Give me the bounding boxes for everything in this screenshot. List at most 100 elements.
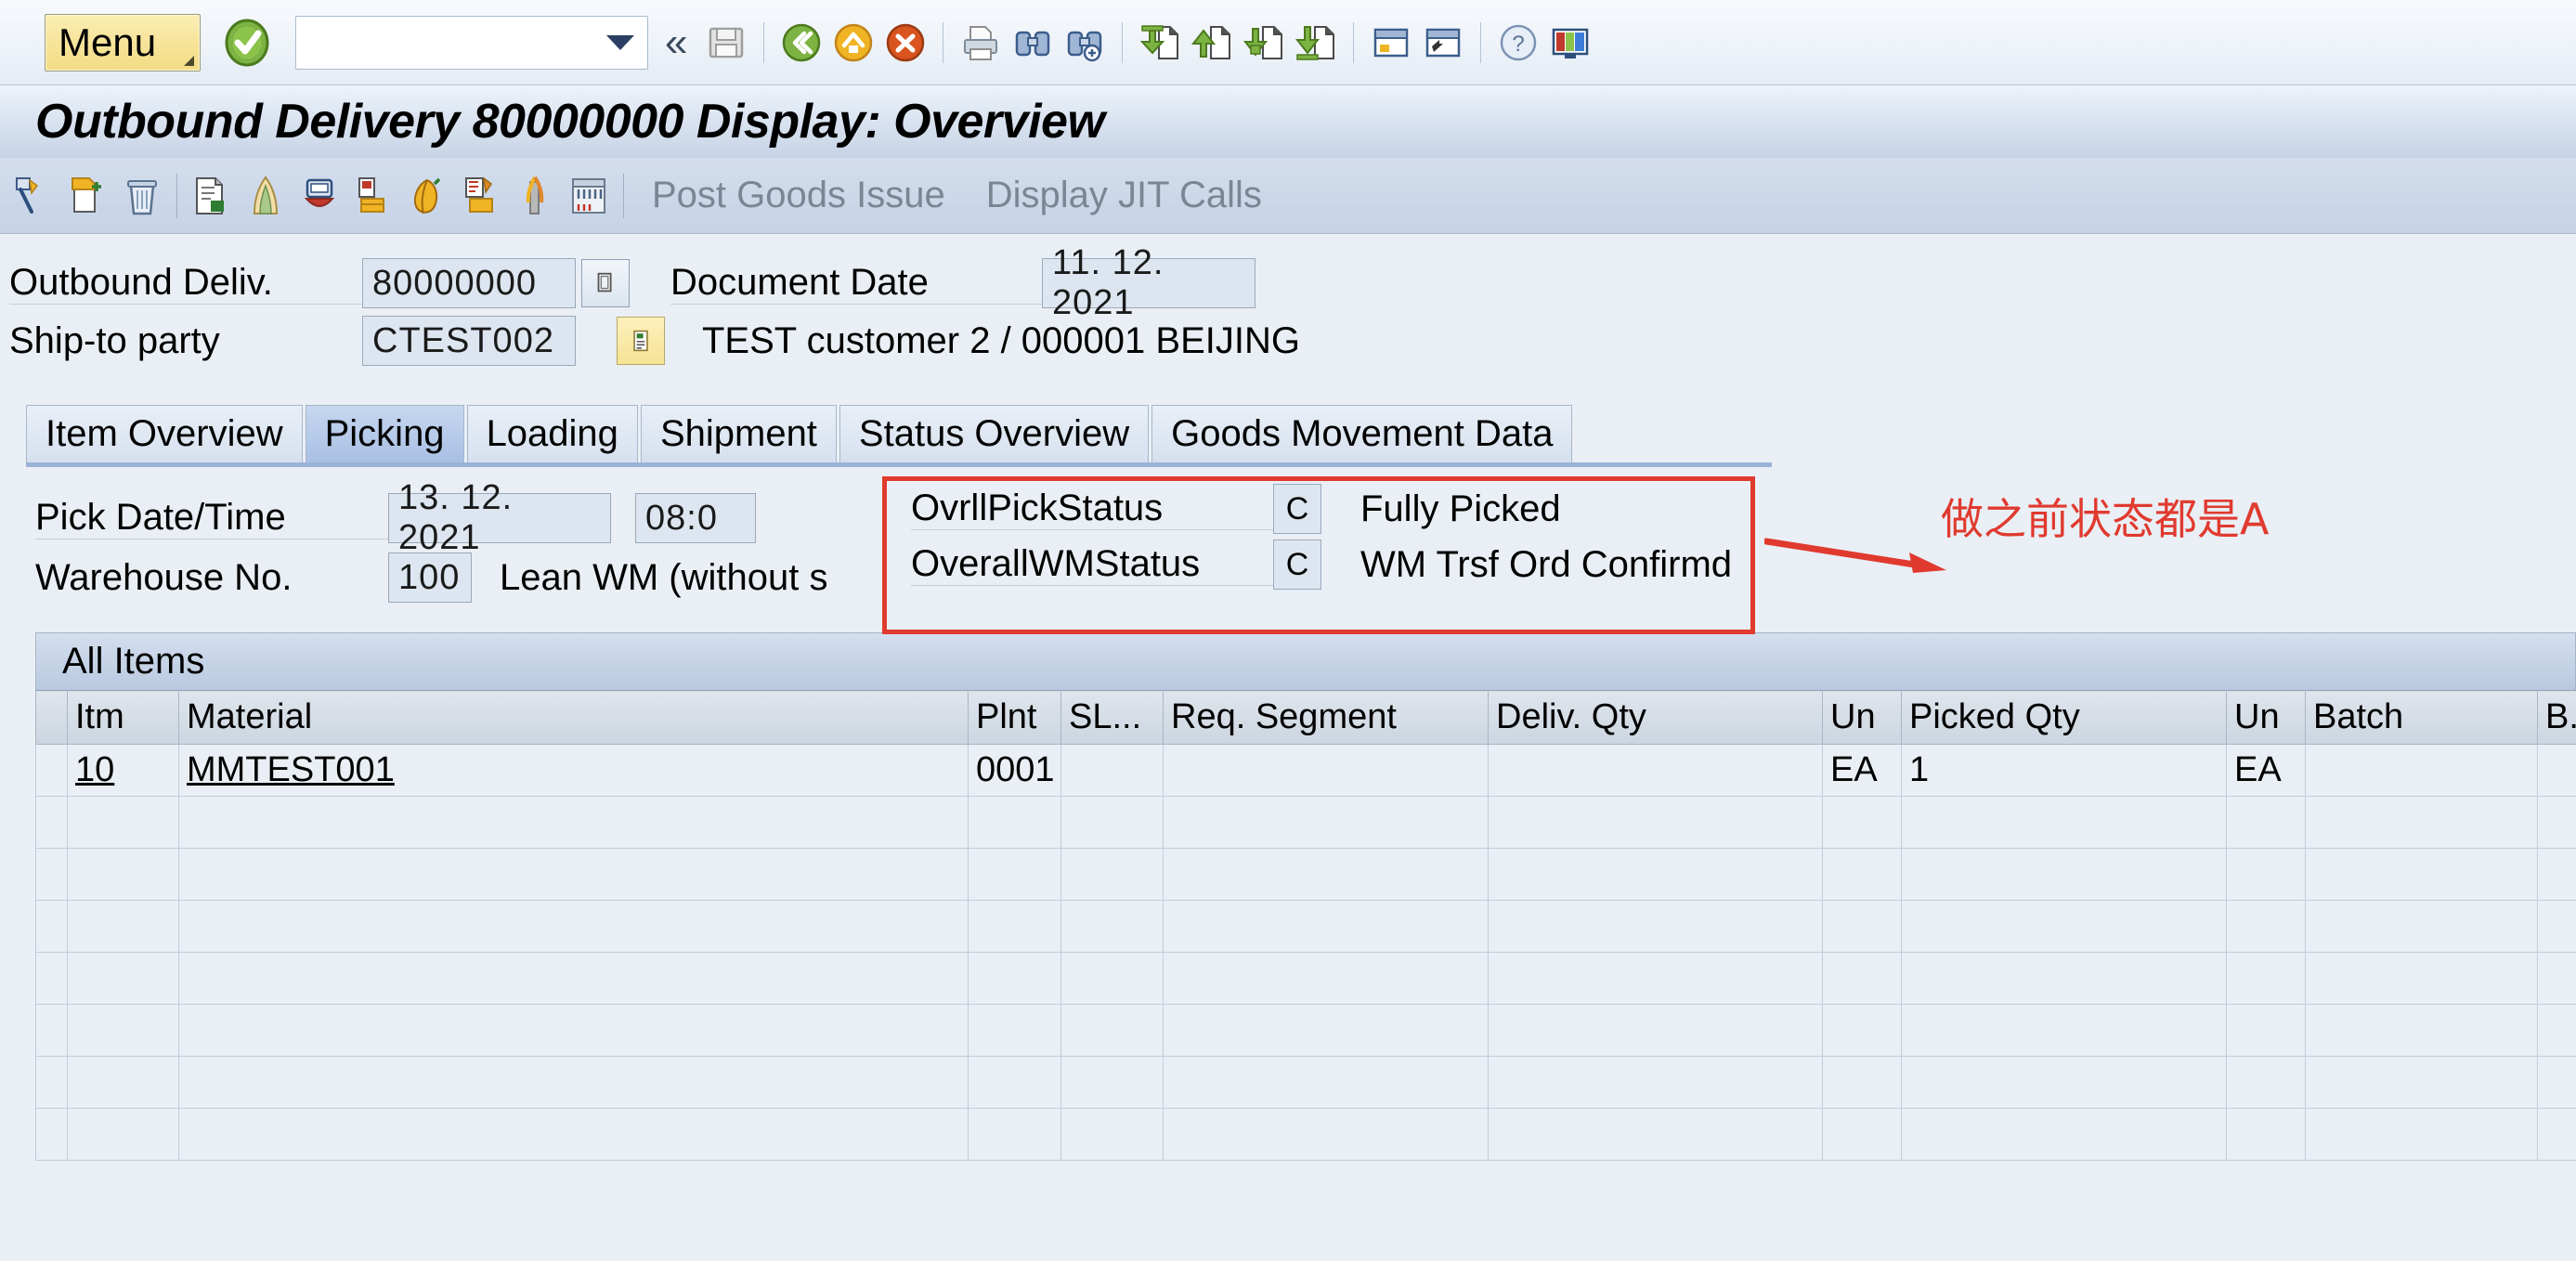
save-icon[interactable] [705,21,748,64]
cell-empty[interactable] [1163,1056,1489,1109]
row-selector[interactable] [35,1004,68,1057]
cell-empty[interactable] [2537,1004,2576,1057]
cell-empty[interactable] [67,1004,179,1057]
row-selector[interactable] [35,1056,68,1109]
cell-empty[interactable] [1822,952,1902,1005]
packing-icon[interactable] [404,173,450,219]
cell-empty[interactable] [1822,1004,1902,1057]
cell-empty[interactable] [968,952,1061,1005]
table-row[interactable] [35,796,2576,849]
document-flow-icon[interactable] [189,173,235,219]
cell-empty[interactable] [1163,900,1489,953]
table-row[interactable]: 10 MMTEST001 0001 EA 1 EA C [35,744,2576,797]
cell-empty[interactable] [178,900,969,953]
col-batch[interactable]: Batch [2305,690,2538,745]
cell-empty[interactable] [178,796,969,849]
cell-empty[interactable] [67,1056,179,1109]
cell-empty[interactable] [1488,900,1823,953]
col-itm[interactable]: Itm [67,690,179,745]
serial-numbers-icon[interactable] [458,173,504,219]
display-jit-calls-button[interactable]: Display JIT Calls [986,175,1262,216]
cell-empty[interactable] [1060,1108,1164,1161]
cell-req-segment[interactable] [1163,744,1489,797]
table-row[interactable] [35,1108,2576,1161]
cell-empty[interactable] [1060,952,1164,1005]
tab-item-overview[interactable]: Item Overview [26,405,303,462]
cell-empty[interactable] [67,796,179,849]
cell-empty[interactable] [1488,796,1823,849]
cell-empty[interactable] [1822,900,1902,953]
col-req-segment[interactable]: Req. Segment [1163,690,1489,745]
cell-empty[interactable] [968,1004,1061,1057]
table-row[interactable] [35,1004,2576,1057]
collapse-left-icon[interactable]: « [665,21,687,63]
cell-empty[interactable] [1822,1108,1902,1161]
cell-un-deliv[interactable]: EA [1822,744,1902,797]
cell-empty[interactable] [2305,952,2538,1005]
cell-empty[interactable] [1901,952,2227,1005]
previous-page-icon[interactable] [1190,21,1233,64]
cell-empty[interactable] [1163,796,1489,849]
chevron-down-icon[interactable] [606,34,634,50]
cell-empty[interactable] [67,848,179,901]
cancel-icon[interactable] [884,21,927,64]
menu-button[interactable]: Menu [45,13,201,72]
cell-empty[interactable] [1901,1108,2227,1161]
cell-empty[interactable] [1822,1056,1902,1109]
cell-material[interactable]: MMTEST001 [178,744,969,797]
cell-empty[interactable] [67,952,179,1005]
cell-empty[interactable] [1060,848,1164,901]
batch-split-icon[interactable] [350,173,397,219]
ship-to-party-input[interactable]: CTEST002 [362,316,576,366]
cell-empty[interactable] [1163,1004,1489,1057]
table-row[interactable] [35,952,2576,1005]
check-display-icon[interactable] [11,173,58,219]
cell-empty[interactable] [178,1108,969,1161]
goods-movement-icon[interactable] [512,173,558,219]
pick-time-input[interactable]: 08:0 [635,493,756,543]
col-sl[interactable]: SL... [1060,690,1164,745]
cell-empty[interactable] [67,900,179,953]
cell-itm[interactable]: 10 [67,744,179,797]
cell-empty[interactable] [1488,1108,1823,1161]
subsequent-outbound-icon[interactable] [566,173,612,219]
cell-empty[interactable] [2226,796,2306,849]
cell-empty[interactable] [2537,848,2576,901]
cell-empty[interactable] [2226,1004,2306,1057]
cell-empty[interactable] [2305,796,2538,849]
row-selector[interactable] [35,952,68,1005]
cell-empty[interactable] [968,848,1061,901]
cell-empty[interactable] [968,900,1061,953]
cell-empty[interactable] [178,848,969,901]
row-selector[interactable] [35,744,68,797]
tab-shipment[interactable]: Shipment [640,405,837,462]
find-next-icon[interactable] [1063,21,1106,64]
back-icon[interactable] [780,21,823,64]
cell-empty[interactable] [67,1108,179,1161]
outbound-deliv-input[interactable]: 80000000 [362,258,576,308]
cell-empty[interactable] [1163,848,1489,901]
cell-batch[interactable] [2305,744,2538,797]
col-picked-qty[interactable]: Picked Qty [1901,690,2227,745]
col-material[interactable]: Material [178,690,969,745]
cell-empty[interactable] [1488,848,1823,901]
command-field[interactable] [295,15,648,70]
cell-empty[interactable] [1060,900,1164,953]
post-goods-issue-button[interactable]: Post Goods Issue [652,175,945,216]
create-with-reference-icon[interactable] [65,173,111,219]
overall-wm-status-code[interactable]: C [1273,540,1321,590]
find-icon[interactable] [1011,21,1054,64]
cell-empty[interactable] [2305,900,2538,953]
cell-empty[interactable] [1488,1004,1823,1057]
enter-ok-icon[interactable] [223,19,271,67]
cell-empty[interactable] [1163,1108,1489,1161]
cell-empty[interactable] [968,1056,1061,1109]
cell-deliv-qty[interactable] [1488,744,1823,797]
last-page-icon[interactable] [1295,21,1337,64]
outbound-deliv-copy-button[interactable] [581,259,630,307]
cell-empty[interactable] [968,1108,1061,1161]
help-icon[interactable]: ? [1497,21,1540,64]
ship-to-party-details-button[interactable] [617,317,665,365]
cell-empty[interactable] [2226,900,2306,953]
row-selector[interactable] [35,900,68,953]
